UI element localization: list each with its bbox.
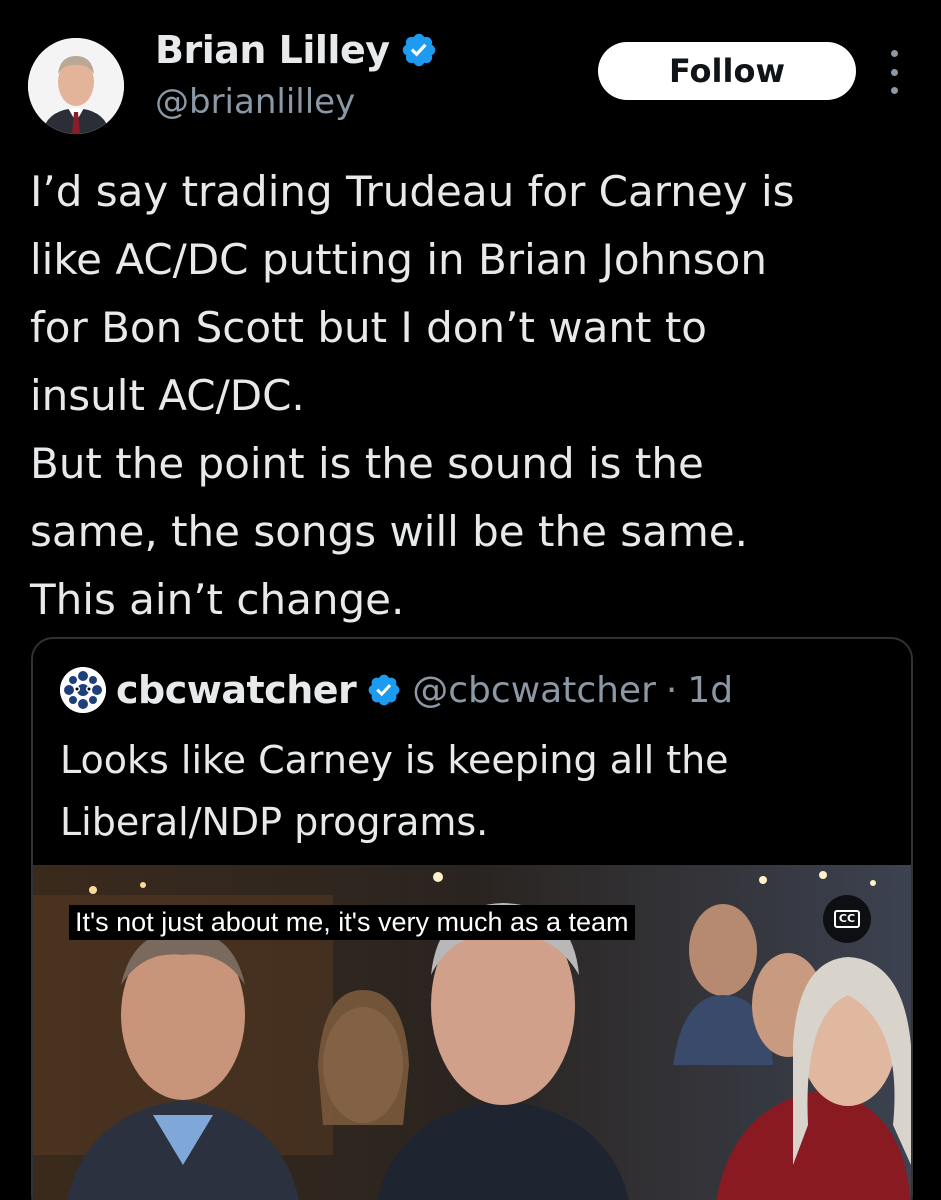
separator-dot: · bbox=[665, 669, 678, 711]
quoted-text-line: Liberal/NDP programs. bbox=[60, 800, 489, 844]
author-name-row: Brian Lilley bbox=[155, 28, 438, 72]
tweet-text-line: This ain’t change. bbox=[30, 575, 405, 624]
cbc-gem-logo-icon bbox=[60, 667, 106, 713]
video-caption: It's not just about me, it's very much a… bbox=[69, 905, 635, 940]
cc-icon: CC bbox=[833, 910, 861, 928]
quoted-handle[interactable]: @cbcwatcher bbox=[412, 670, 656, 711]
tweet-text: I’d say trading Trudeau for Carney is li… bbox=[30, 158, 910, 634]
verified-badge-icon bbox=[368, 674, 400, 706]
follow-button[interactable]: Follow bbox=[598, 42, 856, 100]
tweet-text-line: for Bon Scott but I don’t want to bbox=[30, 303, 707, 352]
closed-captions-button[interactable]: CC bbox=[823, 895, 871, 943]
profile-photo bbox=[28, 38, 124, 134]
more-dot bbox=[890, 68, 898, 76]
quoted-display-name[interactable]: cbcwatcher bbox=[116, 668, 357, 712]
author-display-name[interactable]: Brian Lilley bbox=[155, 28, 390, 72]
quoted-tweet-header: cbcwatcher @cbcwatcher · 1d bbox=[60, 667, 733, 713]
more-vertical-icon[interactable] bbox=[880, 50, 908, 94]
more-dot bbox=[890, 50, 898, 57]
tweet-text-line: But the point is the sound is the bbox=[30, 439, 704, 488]
quoted-text-line: Looks like Carney is keeping all the bbox=[60, 738, 729, 782]
tweet-text-line: same, the songs will be the same. bbox=[30, 507, 748, 556]
verified-badge-icon bbox=[402, 33, 435, 67]
tweet-text-line: I’d say trading Trudeau for Carney is bbox=[30, 167, 795, 216]
author-avatar[interactable] bbox=[28, 38, 124, 134]
more-dot bbox=[890, 87, 898, 94]
quoted-tweet-text: Looks like Carney is keeping all the Lib… bbox=[60, 729, 890, 853]
quoted-timestamp[interactable]: 1d bbox=[687, 670, 733, 711]
quoted-author-avatar[interactable] bbox=[60, 667, 106, 713]
tweet-text-line: insult AC/DC. bbox=[30, 371, 305, 420]
video-player[interactable]: It's not just about me, it's very much a… bbox=[33, 865, 911, 1200]
author-handle[interactable]: @brianlilley bbox=[155, 82, 355, 122]
quoted-tweet-card[interactable]: cbcwatcher @cbcwatcher · 1d Looks like C… bbox=[31, 637, 913, 1200]
tweet-text-line: like AC/DC putting in Brian Johnson bbox=[30, 235, 767, 284]
